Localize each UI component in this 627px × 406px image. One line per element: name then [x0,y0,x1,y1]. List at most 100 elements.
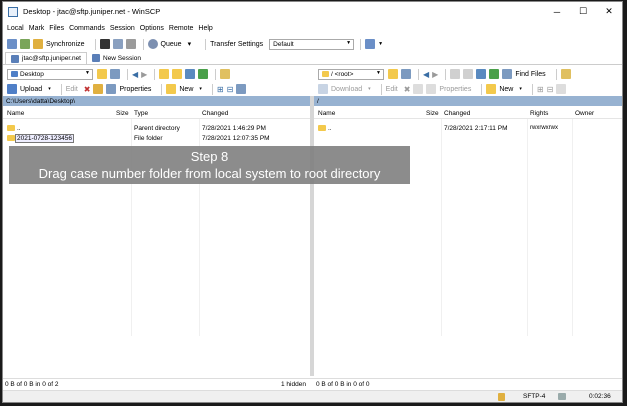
local-properties-button[interactable]: Properties [119,86,151,93]
forward-icon[interactable]: ▶ [141,70,147,79]
home-icon[interactable] [185,69,196,79]
transfer-settings-label: Transfer Settings [210,40,264,48]
rename-icon[interactable] [413,84,424,94]
local-location-select[interactable]: Desktop ▼ [7,68,93,80]
upload-button[interactable]: Upload [20,86,42,93]
remote-file-toolbar: Download ▾ Edit ✖ Properties New ▾ ⊞ ⊟ [314,81,622,97]
connection-bar: SFTP-4 0:02:36 [3,390,622,402]
home-icon[interactable] [476,69,487,79]
new-icon [486,84,497,94]
menu-options[interactable]: Options [140,25,164,32]
step-number: Step 8 [190,149,229,164]
title-bar: Desktop - jtac@sftp.juniper.net - WinSCP… [3,2,622,21]
find-icon[interactable] [220,69,231,79]
back-icon[interactable]: ◀ [132,70,138,79]
open-folder-icon[interactable] [97,69,107,79]
refresh-icon[interactable] [489,69,500,79]
col-rights[interactable]: Rights [530,110,548,117]
compare-icon[interactable] [20,39,30,49]
local-panel: Desktop ▼ ◀ ▶ Upload ▾ Edit ✖ Properties… [3,66,310,376]
find-files-button[interactable]: Find Files [515,71,545,78]
unselect-icon[interactable]: ⊟ [227,85,234,94]
download-icon [318,84,328,94]
col-name[interactable]: Name [318,110,335,117]
sync-icon[interactable] [33,39,43,49]
remote-edit-button[interactable]: Edit [386,86,398,93]
minimize-button[interactable]: ─ [544,2,570,21]
filter-icon[interactable] [110,69,120,79]
tab-new-session[interactable]: New Session [87,52,146,64]
protocol-label: SFTP-4 [523,393,546,400]
remote-new-button[interactable]: New [499,86,513,93]
step-instruction: Drag case number folder from local syste… [38,166,381,181]
menu-mark[interactable]: Mark [29,25,45,32]
col-owner[interactable]: Owner [575,110,594,117]
synchronize-button[interactable]: Synchronize [46,41,85,48]
col-size[interactable]: Size [116,110,129,117]
local-edit-button[interactable]: Edit [66,86,78,93]
connection-icon [558,393,566,400]
local-file-toolbar: Upload ▾ Edit ✖ Properties New ▾ ⊞ ⊟ [3,81,310,97]
chevron-down-icon: ▼ [85,69,90,76]
delete-icon[interactable]: ✖ [84,85,91,94]
col-type[interactable]: Type [134,110,148,117]
case-folder-name[interactable]: 2021-0728-123456 [15,134,74,143]
queue-button[interactable]: Queue [161,41,182,48]
gear-icon[interactable] [125,39,136,49]
terminal-icon[interactable] [99,39,110,49]
maximize-button[interactable]: ☐ [570,2,596,21]
rename-icon[interactable] [93,84,104,94]
table-row[interactable]: 2021-0728-123456 File folder 7/28/2021 1… [3,134,310,144]
col-changed[interactable]: Changed [444,110,470,117]
filter-icon[interactable] [401,69,411,79]
forward-icon[interactable]: ▶ [432,70,438,79]
hidden-count[interactable]: 1 hidden [281,381,306,388]
download-button[interactable]: Download [331,86,362,93]
parent-folder-icon[interactable] [159,69,170,79]
open-folder-icon[interactable] [388,69,398,79]
table-row[interactable]: .. Parent directory 7/28/2021 1:46:29 PM [3,124,310,134]
close-button[interactable]: ✕ [596,2,622,21]
select-all-icon[interactable]: ⊞ [537,85,544,94]
col-size[interactable]: Size [426,110,439,117]
back-icon[interactable]: ◀ [423,70,429,79]
local-status: 0 B of 0 B in 0 of 2 [5,381,59,388]
window-title: Desktop - jtac@sftp.juniper.net - WinSCP [23,7,161,16]
select-all-icon[interactable]: ⊞ [217,85,224,94]
monitor-icon [11,54,19,63]
instruction-overlay: Step 8 Drag case number folder from loca… [9,146,410,184]
winscp-app-icon [8,6,18,17]
remote-location-select[interactable]: / <root> ▼ [318,68,384,80]
remote-nav-toolbar: / <root> ▼ ◀ ▶ Find Files [314,66,622,82]
menu-commands[interactable]: Commands [69,25,105,32]
find-icon[interactable] [560,69,571,79]
local-new-button[interactable]: New [179,86,193,93]
refresh-icon[interactable] [198,69,209,79]
delete-icon[interactable]: ✖ [404,85,411,94]
new-session-icon [92,54,100,62]
folder-icon [7,135,15,141]
desktop-icon [11,71,18,77]
menu-help[interactable]: Help [198,25,212,32]
menu-session[interactable]: Session [110,25,135,32]
menu-local[interactable]: Local [7,25,24,32]
transfer-settings-select[interactable]: Default ▼ [269,38,355,50]
parent-folder-icon[interactable] [450,69,461,79]
remote-filter-icon[interactable] [556,84,567,94]
tab-session[interactable]: jtac@sftp.juniper.net [5,52,87,64]
table-row[interactable]: .. 7/28/2021 2:17:11 PM rwxrwxrwx [314,124,622,134]
local-path-bar: C:\Users\datta\Desktop\ [3,96,310,106]
remote-properties-button[interactable]: Properties [439,86,471,93]
menu-remote[interactable]: Remote [169,25,194,32]
add-icon[interactable] [7,39,17,49]
settings-icon[interactable] [112,39,123,49]
menu-files[interactable]: Files [49,25,64,32]
unselect-icon[interactable]: ⊟ [547,85,554,94]
layout-icon[interactable] [365,39,376,49]
col-name[interactable]: Name [7,110,24,117]
root-folder-icon[interactable] [463,69,474,79]
col-changed[interactable]: Changed [202,110,228,117]
local-filter-icon[interactable] [236,84,247,94]
root-folder-icon[interactable] [172,69,183,79]
session-time: 0:02:36 [589,393,611,400]
